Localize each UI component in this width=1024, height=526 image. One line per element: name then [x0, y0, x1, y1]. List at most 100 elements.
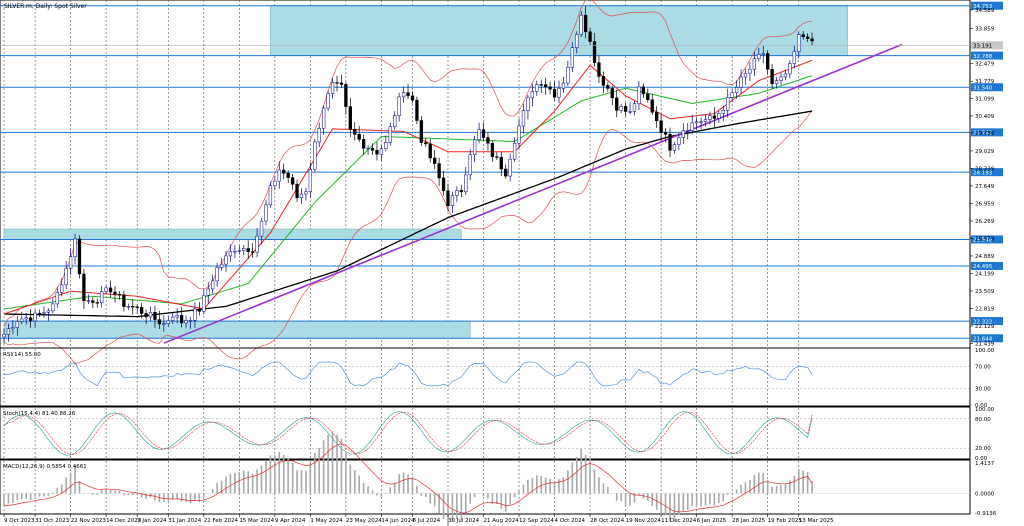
price-tick-label: 26.959 — [975, 201, 995, 207]
candle-body — [597, 62, 601, 77]
candle-body — [504, 168, 508, 177]
candle-body — [641, 86, 646, 95]
time-tick-label: 22 Nov 2023 — [71, 518, 107, 524]
candle-body — [437, 163, 441, 179]
candle-body — [361, 139, 366, 149]
candle-body — [11, 327, 15, 329]
candle-body — [521, 110, 526, 127]
candle-body — [646, 93, 650, 100]
candle-body — [450, 195, 455, 206]
time-tick-label: 28 Oct 2024 — [590, 518, 625, 524]
candle-body — [797, 34, 801, 52]
candle-body — [2, 334, 6, 338]
price-tick-label: 28.339 — [975, 166, 995, 172]
silver-daily-chart[interactable]: 34.75332.78831.54029.76228.19325.54024.4… — [0, 0, 1024, 526]
candle-body — [441, 177, 446, 192]
indicator-tick-label: 1.4137 — [975, 461, 995, 467]
candle-body — [455, 190, 459, 196]
candle-body — [601, 76, 606, 86]
candle-body — [734, 87, 739, 93]
candle-body — [131, 306, 135, 308]
candle-body — [539, 84, 543, 86]
candle-body — [322, 107, 326, 129]
candle-body — [55, 292, 59, 305]
candle-body — [637, 86, 641, 104]
candle-body — [166, 320, 170, 325]
candle-body — [468, 154, 472, 176]
candle-body — [206, 288, 210, 296]
candle-body — [308, 168, 313, 193]
price-tick-label: 22.819 — [975, 306, 995, 312]
candle-body — [495, 156, 499, 158]
candle-body — [677, 137, 681, 145]
price-tick-label: 24.889 — [975, 254, 995, 260]
candle-body — [544, 84, 548, 88]
candle-body — [162, 323, 166, 325]
candle-body — [237, 250, 241, 252]
candle-body — [348, 106, 352, 130]
price-tick-label: 22.129 — [975, 324, 995, 330]
candle-body — [259, 220, 264, 237]
candle-body — [211, 280, 215, 290]
candle-body — [490, 143, 495, 157]
indicator-tick-label: 20.00 — [975, 446, 991, 452]
candle-body — [739, 76, 743, 88]
candle-body — [512, 142, 517, 160]
candle-body — [122, 294, 126, 307]
candle-body — [650, 99, 654, 113]
candle-body — [526, 97, 530, 111]
time-tick-label: 22 Feb 2024 — [204, 518, 239, 524]
price-tick-label: 29.739 — [975, 131, 995, 137]
time-tick-label: 28 Jan 2025 — [732, 518, 765, 524]
candle-body — [273, 180, 277, 186]
candle-body — [317, 128, 321, 143]
candle-body — [188, 320, 193, 322]
candle-body — [37, 312, 42, 315]
candle-body — [246, 248, 250, 252]
indicator-tick-label: -0.9136 — [975, 511, 997, 517]
price-tick-label: 33.859 — [975, 26, 995, 32]
candle-body — [464, 174, 468, 193]
candle-body — [583, 14, 588, 33]
candle-body — [606, 85, 610, 89]
candle-body — [446, 190, 450, 206]
candle-body — [277, 169, 281, 182]
candle-body — [681, 130, 685, 138]
candle-body — [20, 318, 24, 322]
candle-body — [508, 158, 512, 177]
price-tick-label: 21.439 — [975, 341, 995, 347]
candle-body — [655, 112, 659, 122]
candle-body — [579, 14, 583, 35]
time-tick-label: 12 Sep 2024 — [519, 518, 554, 524]
time-tick-label: 30 Jul 2024 — [448, 518, 480, 524]
candle-body — [126, 306, 130, 308]
candle-body — [499, 156, 503, 170]
level-label: 24.495 — [973, 264, 993, 270]
candle-body — [113, 291, 117, 295]
candle-body — [326, 93, 330, 109]
candle-body — [299, 193, 304, 199]
time-tick-label: 8 Jul 2024 — [412, 518, 440, 524]
candle-body — [557, 88, 561, 98]
current-price-label: 33.191 — [973, 44, 992, 50]
price-tick-label: 29.029 — [975, 149, 995, 155]
price-tick-label: 26.269 — [975, 219, 995, 225]
candle-body — [481, 129, 486, 138]
candle-body — [366, 147, 370, 150]
candle-body — [535, 84, 539, 92]
candle-body — [721, 109, 725, 114]
candle-body — [175, 315, 179, 318]
candle-body — [73, 238, 77, 258]
price-tick-label: 25.579 — [975, 236, 995, 242]
candle-body — [60, 284, 64, 293]
candle-body — [428, 143, 432, 159]
candle-body — [51, 303, 55, 312]
price-zone — [3, 320, 471, 339]
candle-body — [28, 317, 33, 322]
candle-body — [117, 293, 122, 296]
candle-body — [401, 92, 406, 98]
candle-body — [694, 121, 699, 124]
candle-body — [157, 319, 162, 325]
candle-body — [264, 204, 268, 222]
candle-body — [82, 273, 86, 302]
